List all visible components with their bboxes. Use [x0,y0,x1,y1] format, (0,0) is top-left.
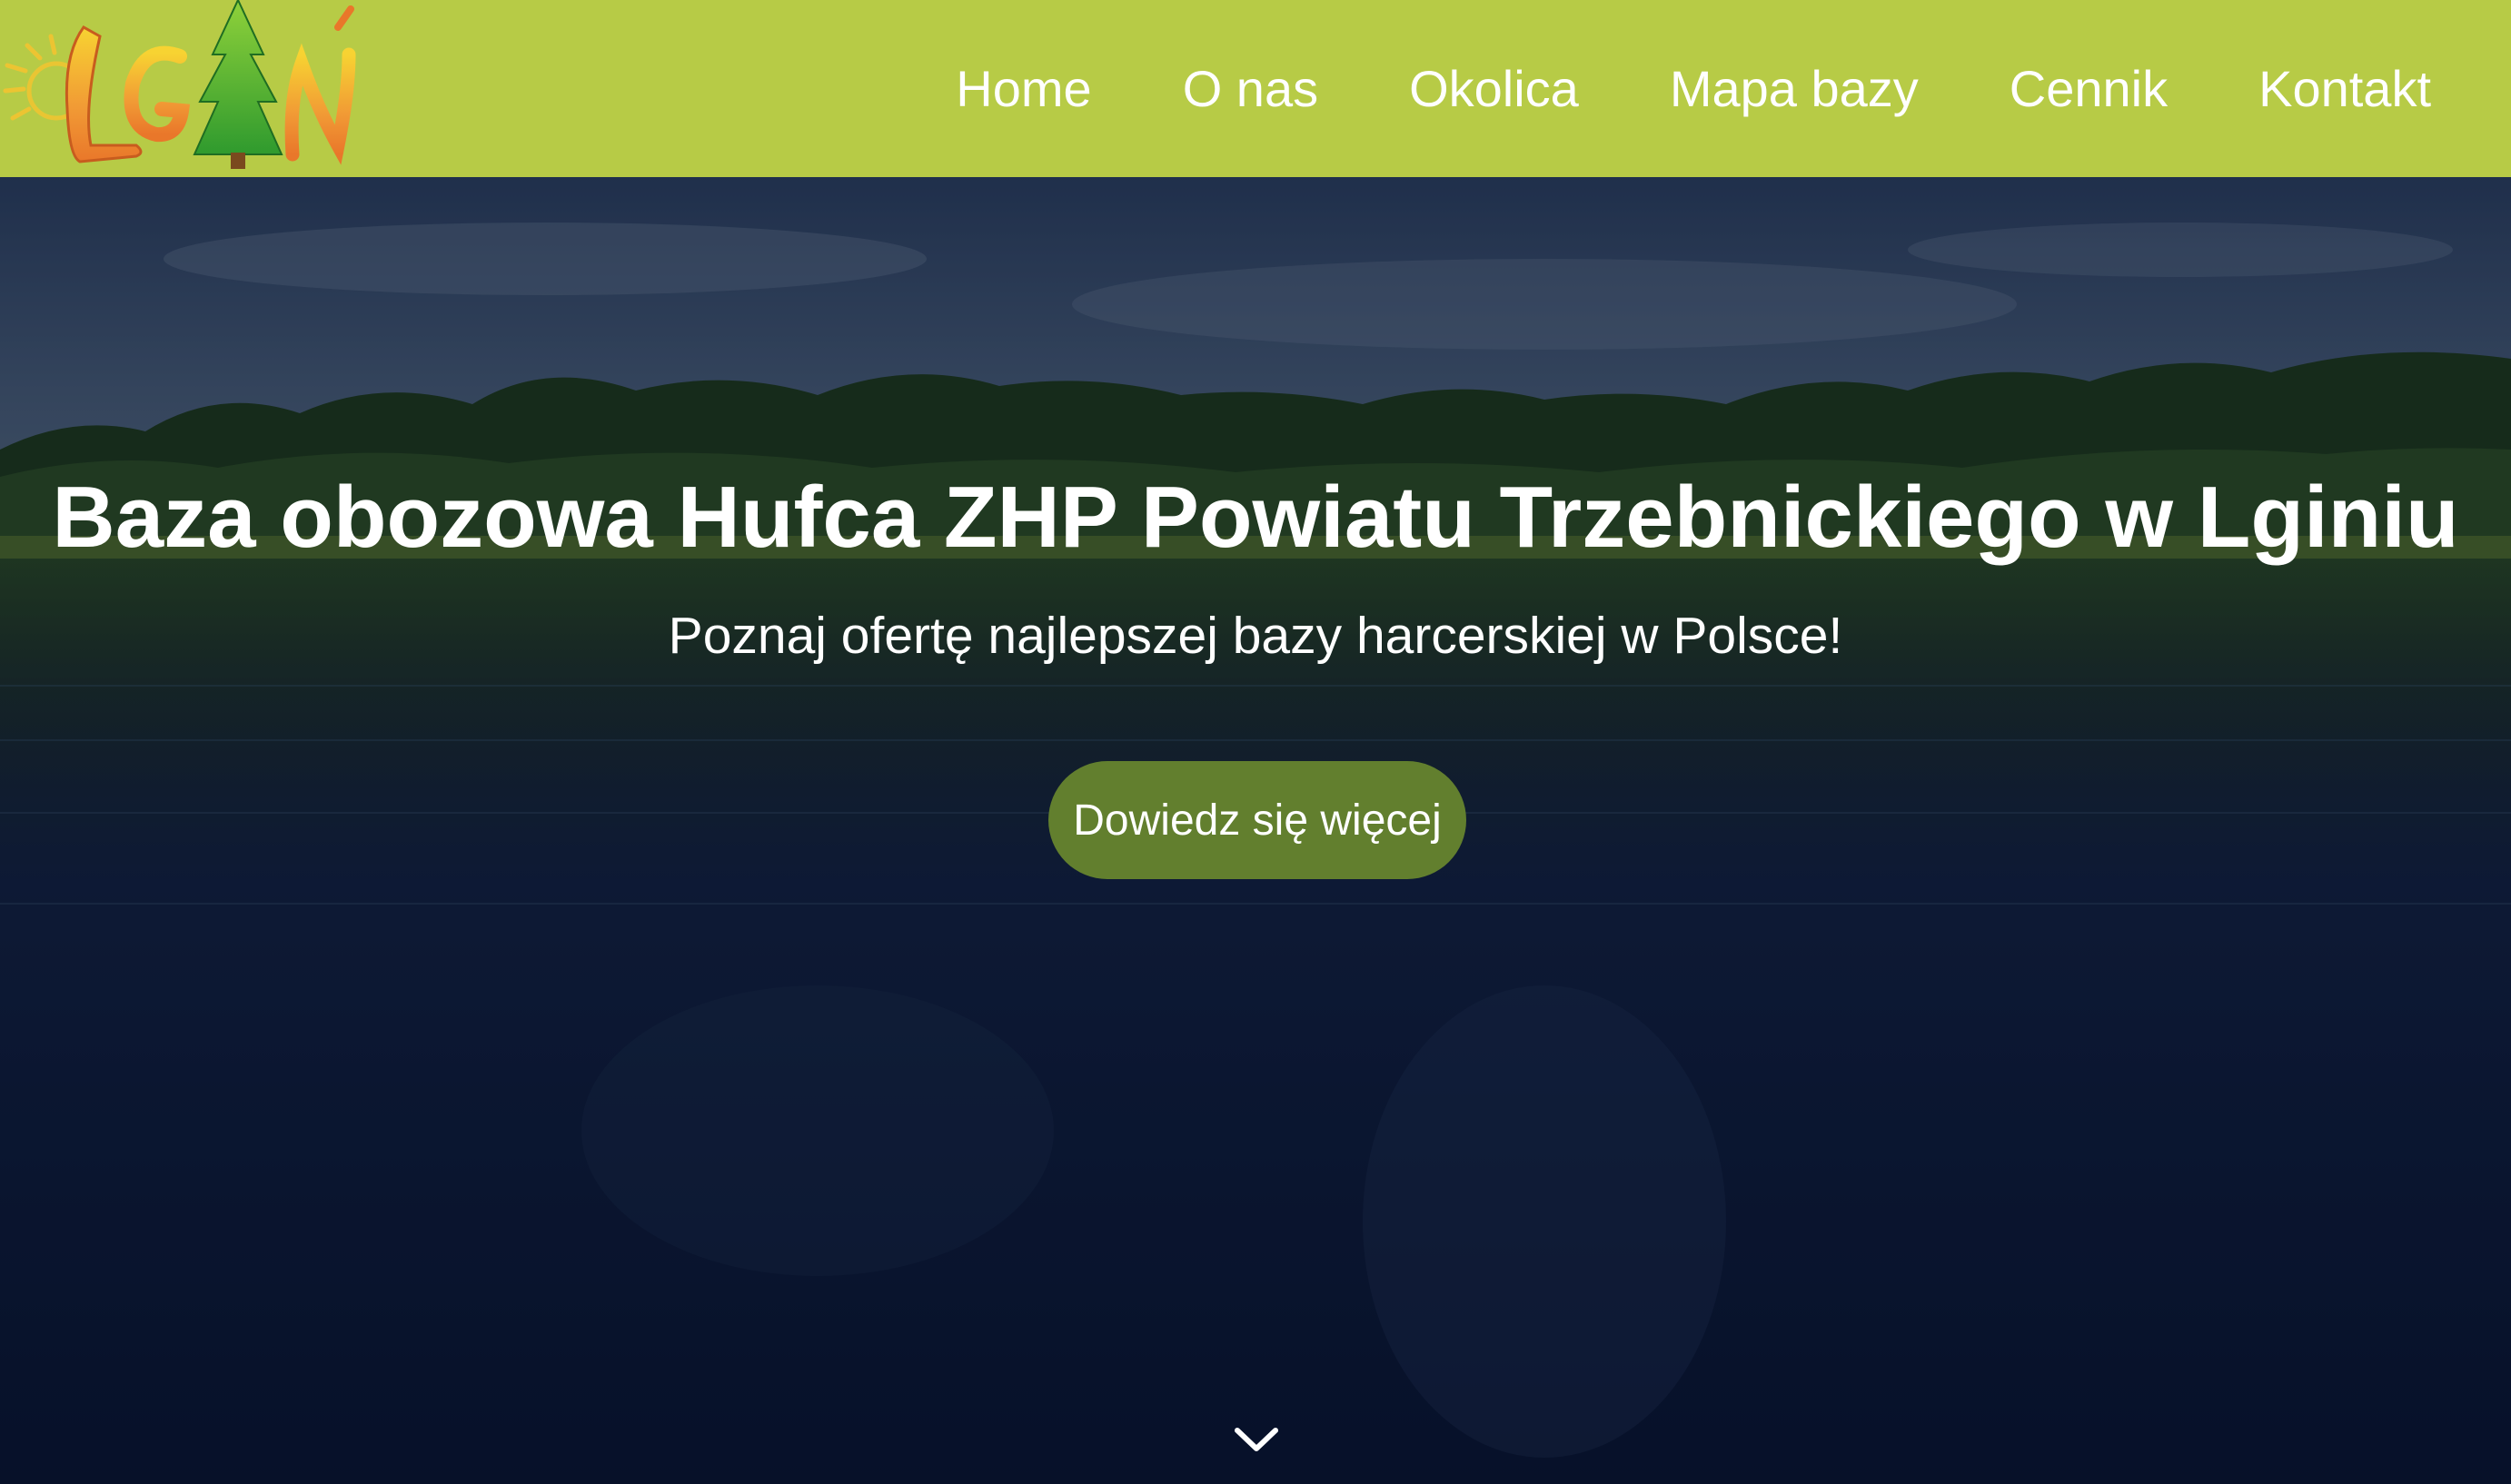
nav-okolica[interactable]: Okolica [1409,59,1579,118]
nav-kontakt[interactable]: Kontakt [2258,59,2431,118]
learn-more-button[interactable]: Dowiedz się więcej [1048,761,1466,879]
site-logo[interactable] [0,0,372,177]
hero-title: Baza obozowa Hufca ZHP Powiatu Trzebnick… [52,469,2459,566]
chevron-down-icon[interactable] [1232,1423,1281,1456]
logo-graphic [3,0,356,169]
hero-subtitle: Poznaj ofertę najlepszej bazy harcerskie… [668,607,1843,665]
nav-mapa-bazy[interactable]: Mapa bazy [1670,59,1919,118]
nav-o-nas[interactable]: O nas [1183,59,1318,118]
site-header: Home O nas Okolica Mapa bazy Cennik Kont… [0,0,2511,177]
hero-section: Baza obozowa Hufca ZHP Powiatu Trzebnick… [0,177,2511,1484]
nav-home[interactable]: Home [956,59,1091,118]
main-nav: Home O nas Okolica Mapa bazy Cennik Kont… [865,0,2431,177]
nav-cennik[interactable]: Cennik [2010,59,2168,118]
